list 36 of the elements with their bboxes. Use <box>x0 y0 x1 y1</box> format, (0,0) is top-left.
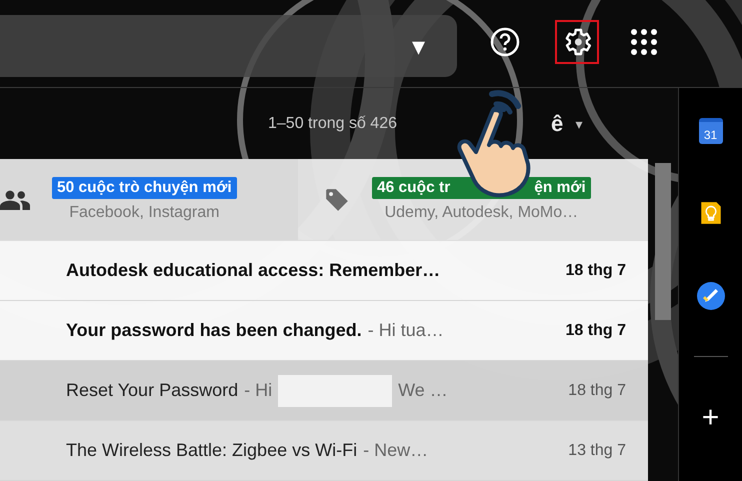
tag-icon <box>324 186 350 212</box>
email-subject: Autodesk educational access: Remember… <box>66 260 440 281</box>
email-date: 18 thg 7 <box>566 322 626 340</box>
badge-text: ện mới <box>534 179 586 197</box>
pagination-text: 1–50 trong số 426 <box>268 114 397 132</box>
email-subject: Your password has been changed. <box>66 320 362 341</box>
search-field[interactable]: ▾ <box>0 15 457 77</box>
input-tools-button[interactable]: ê <box>551 110 564 136</box>
email-row[interactable]: The Wireless Battle: Zigbee vs Wi-Fi - New… 13 thg 7 <box>0 421 648 481</box>
senders-text: Udemy, Autodesk, MoMo… <box>384 204 578 222</box>
email-subject: Reset Your Password <box>66 380 238 401</box>
email-date: 13 thg 7 <box>568 442 626 460</box>
add-addon-button[interactable]: + <box>702 403 720 433</box>
email-subject: The Wireless Battle: Zigbee vs Wi-Fi <box>66 440 358 461</box>
settings-button[interactable] <box>555 20 599 64</box>
email-row[interactable]: Reset Your Password - Hi We … 18 thg 7 <box>0 361 648 421</box>
apps-grid-icon[interactable] <box>631 29 657 55</box>
email-date: 18 thg 7 <box>566 262 626 280</box>
email-snippet: We … <box>398 380 448 401</box>
email-snippet: - Hi <box>244 380 272 401</box>
people-icon <box>0 190 30 210</box>
email-snippet: - New… <box>363 440 428 461</box>
tasks-check-icon[interactable] <box>696 282 724 310</box>
search-options-caret-icon[interactable]: ▾ <box>412 30 425 62</box>
input-tools-caret-icon[interactable]: ▾ <box>575 116 582 132</box>
email-date: 18 thg 7 <box>568 382 626 400</box>
email-snippet: - Hi tua… <box>368 320 444 341</box>
category-tab[interactable]: 50 cuộc trò chuyện mới Facebook, Instagram <box>0 159 298 240</box>
scrollbar-thumb[interactable] <box>655 163 671 320</box>
email-row[interactable]: Your password has been changed. - Hi tua… 18 thg 7 <box>0 301 648 361</box>
badge-text: 46 cuộc tr <box>377 179 450 197</box>
senders-text: Facebook, Instagram <box>69 204 220 222</box>
badge-text: 50 cuộc trò chuyện mới <box>57 179 232 197</box>
calendar-icon[interactable]: 31 <box>698 118 722 144</box>
email-row[interactable]: Autodesk educational access: Remember… 18 thg 7 <box>0 241 648 301</box>
help-icon[interactable] <box>489 26 521 58</box>
